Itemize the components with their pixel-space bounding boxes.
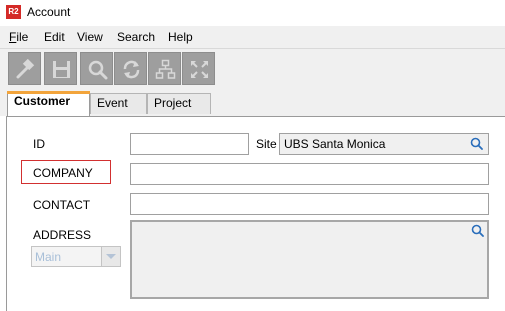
chevron-down-icon[interactable] [101,247,120,266]
menu-edit[interactable]: Edit [44,30,65,44]
id-field[interactable] [130,133,249,155]
id-label: ID [33,137,45,151]
save-button[interactable] [44,52,77,85]
menu-bar: File Edit View Search Help [0,26,505,49]
site-field[interactable]: UBS Santa Monica [279,133,489,155]
title-bar: R2 Account [0,0,505,26]
tab-strip: Customer Event Project [0,89,505,116]
contact-field[interactable] [130,193,489,215]
company-label: COMPANY [33,166,93,180]
site-label: Site [256,137,277,151]
hammer-button[interactable] [8,52,41,85]
save-icon [53,61,70,78]
expand-button[interactable] [182,52,215,85]
refresh-icon [123,60,140,79]
company-field[interactable] [130,163,489,185]
menu-help[interactable]: Help [168,30,193,44]
menu-search[interactable]: Search [117,30,155,44]
hierarchy-icon [155,59,176,79]
hierarchy-button[interactable] [148,52,181,85]
expand-icon [191,61,208,78]
address-search-icon[interactable] [471,224,484,237]
menu-view[interactable]: View [77,30,103,44]
app-logo: R2 [6,5,21,19]
menu-file[interactable]: File [9,30,28,44]
tab-event[interactable]: Event [90,93,147,114]
site-search-icon[interactable] [470,137,483,150]
contact-label: CONTACT [33,198,91,212]
tab-project[interactable]: Project [147,93,211,114]
search-icon [88,60,108,80]
address-textarea[interactable] [130,220,489,299]
toolbar [0,49,505,89]
hammer-icon [16,59,35,79]
address-label: ADDRESS [33,228,92,242]
address-type-select[interactable]: Main [31,246,121,267]
refresh-button[interactable] [114,52,147,85]
tab-customer[interactable]: Customer [7,91,90,116]
window-title: Account [27,5,71,19]
search-button[interactable] [80,52,113,85]
